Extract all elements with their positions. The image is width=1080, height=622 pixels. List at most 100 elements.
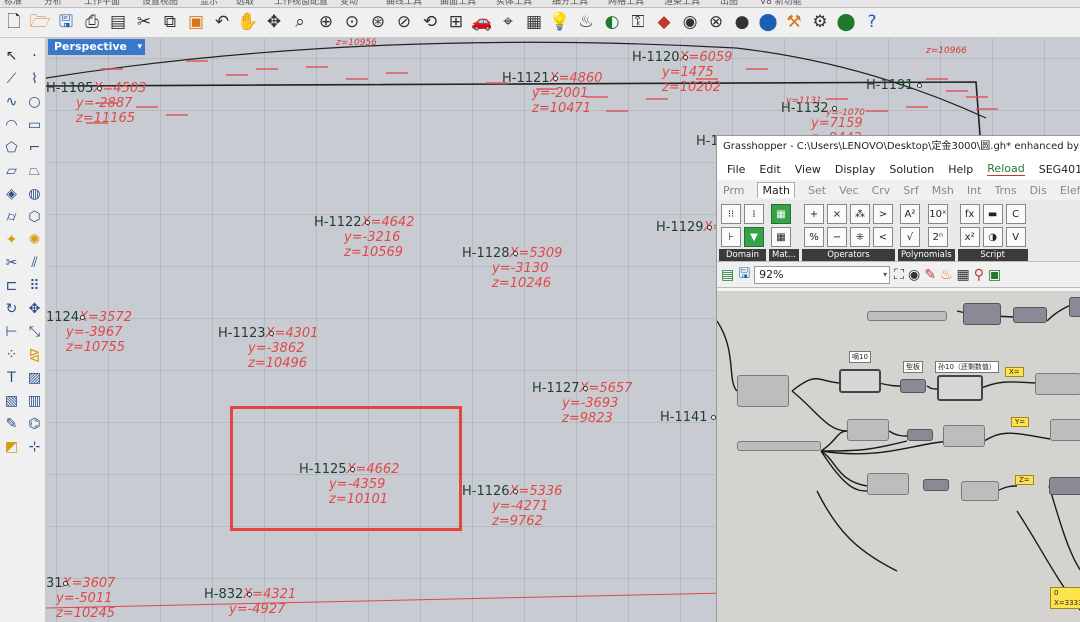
- tab-trns[interactable]: Trns: [994, 184, 1016, 197]
- snap-icon[interactable]: ⊹: [23, 435, 46, 458]
- power-of-two-icon[interactable]: 2ⁿ: [927, 227, 948, 247]
- ribbon-tab[interactable]: 工作平面: [84, 0, 120, 7]
- render-icon[interactable]: ◩: [0, 435, 23, 458]
- component-node[interactable]: [907, 429, 933, 441]
- matrix-grid-icon[interactable]: ▦: [771, 227, 791, 247]
- point-marker[interactable]: [269, 331, 274, 336]
- zoom-selected-icon[interactable]: ⊘: [392, 11, 416, 35]
- rotate-view-icon[interactable]: ✥: [262, 11, 286, 35]
- text-icon[interactable]: T: [0, 366, 23, 389]
- pan-hand-icon[interactable]: ✋: [236, 11, 260, 35]
- tab-math[interactable]: Math: [757, 182, 796, 198]
- bake-icon[interactable]: ▦: [957, 267, 970, 283]
- new-file-icon[interactable]: 🗋: [2, 11, 26, 35]
- chevron-down-icon[interactable]: ▾: [137, 39, 142, 55]
- camera-icon[interactable]: ⌖: [496, 11, 520, 35]
- vb-icon[interactable]: V: [1005, 227, 1026, 247]
- selected-component[interactable]: [839, 369, 881, 393]
- tab-crv[interactable]: Crv: [872, 184, 891, 197]
- polyline-icon[interactable]: ⌇: [23, 67, 46, 90]
- component-node[interactable]: [867, 473, 909, 495]
- arc-icon[interactable]: ◠: [0, 113, 23, 136]
- subtraction-icon[interactable]: −: [826, 227, 847, 247]
- modulus-icon[interactable]: %: [803, 227, 824, 247]
- polygon-icon[interactable]: ⬠: [0, 136, 23, 159]
- save-document-icon[interactable]: 🖫: [738, 263, 750, 287]
- ribbon-tab[interactable]: 工作视窗配置: [274, 0, 328, 7]
- ribbon-tab[interactable]: 设置视图: [142, 0, 178, 7]
- component-node[interactable]: [1013, 307, 1047, 323]
- block-icon[interactable]: ▧: [0, 389, 23, 412]
- ribbon-tab[interactable]: 变动: [340, 0, 358, 7]
- domain-icon[interactable]: ⁝⁝: [721, 204, 741, 224]
- ribbon-tab[interactable]: 渲染工具: [664, 0, 700, 7]
- circle-icon[interactable]: ○: [23, 90, 46, 113]
- layer-icon[interactable]: ◆: [652, 11, 676, 35]
- matrix-icon[interactable]: ▦: [771, 204, 791, 224]
- component-node[interactable]: [1049, 477, 1080, 495]
- move-icon[interactable]: ✥: [23, 297, 46, 320]
- properties-icon[interactable]: ▤: [106, 11, 130, 35]
- multiplication-icon[interactable]: ×: [826, 204, 847, 224]
- ribbon-tab[interactable]: 分析: [44, 0, 62, 7]
- ribbon-tab[interactable]: 细分工具: [552, 0, 588, 7]
- point-marker[interactable]: [707, 225, 712, 230]
- ribbon-tab[interactable]: 显示: [200, 0, 218, 7]
- color-wheel-icon[interactable]: ◉: [678, 11, 702, 35]
- larger-than-icon[interactable]: >: [872, 204, 893, 224]
- tab-set[interactable]: Set: [808, 184, 826, 197]
- grasshopper-window[interactable]: Grasshopper - C:\Users\LENOVO\Desktop\定金…: [716, 135, 1080, 622]
- hide-icon[interactable]: ◐: [600, 11, 624, 35]
- trim-icon[interactable]: ✂: [0, 251, 23, 274]
- component-node[interactable]: [923, 479, 949, 491]
- loft-icon[interactable]: ⏢: [23, 159, 46, 182]
- point-marker[interactable]: [246, 592, 252, 597]
- mirror-icon[interactable]: ⧎: [23, 343, 46, 366]
- ribbon-tab[interactable]: 网格工具: [608, 0, 644, 7]
- tab-elefront[interactable]: Elefront: [1060, 184, 1080, 197]
- point-marker[interactable]: [97, 86, 102, 91]
- box-icon[interactable]: ◈: [0, 182, 23, 205]
- number-slider[interactable]: [867, 311, 947, 321]
- menu-item-view[interactable]: View: [795, 163, 821, 176]
- point-marker[interactable]: [63, 581, 68, 586]
- lock-icon[interactable]: ⚿: [626, 11, 650, 35]
- point-marker[interactable]: [365, 220, 370, 225]
- open-document-icon[interactable]: ▤: [721, 267, 734, 283]
- panel-x[interactable]: X=: [1005, 367, 1024, 377]
- component-node[interactable]: [943, 425, 985, 447]
- component-node[interactable]: [1069, 297, 1080, 317]
- curve-icon[interactable]: ∿: [0, 90, 23, 113]
- ribbon-tab[interactable]: 出图: [720, 0, 738, 7]
- component-node[interactable]: [847, 419, 889, 441]
- point-marker[interactable]: [683, 55, 688, 60]
- deconstruct-domain-icon[interactable]: ⁞: [744, 204, 764, 224]
- grasshopper-icon[interactable]: ⬤: [834, 11, 858, 35]
- sphere-icon[interactable]: ◍: [23, 182, 46, 205]
- component-node[interactable]: [900, 379, 926, 393]
- mesh-icon[interactable]: ⬡: [23, 205, 46, 228]
- remap-icon[interactable]: ▼: [744, 227, 764, 247]
- csharp-icon[interactable]: C: [1005, 204, 1026, 224]
- menu-item-seg401[interactable]: SEG401: [1039, 163, 1080, 176]
- ribbon-tab[interactable]: 实体工具: [496, 0, 532, 7]
- viewport-title-tab[interactable]: Perspective ▾: [48, 39, 146, 55]
- cylinder-icon[interactable]: ⌭: [0, 205, 23, 228]
- zoom-extents-icon[interactable]: ⊙: [340, 11, 364, 35]
- square-root-icon[interactable]: √: [899, 227, 920, 247]
- tab-msh[interactable]: Msh: [932, 184, 954, 197]
- gate-icon[interactable]: ⁂: [849, 204, 870, 224]
- undo-view-icon[interactable]: ⟲: [418, 11, 442, 35]
- cut-icon[interactable]: ✂: [132, 11, 156, 35]
- shaded-sphere-icon[interactable]: ●: [730, 11, 754, 35]
- menu-item-display[interactable]: Display: [835, 163, 876, 176]
- help-icon[interactable]: ?: [860, 11, 884, 35]
- named-view-car-icon[interactable]: 🚗: [470, 11, 494, 35]
- group-icon[interactable]: ⠿: [23, 274, 46, 297]
- console-icon[interactable]: ▬: [982, 204, 1003, 224]
- surface-icon[interactable]: ▱: [0, 159, 23, 182]
- power-of-ten-icon[interactable]: 10ˣ: [927, 204, 948, 224]
- rectangle-icon[interactable]: ▭: [23, 113, 46, 136]
- tab-prm[interactable]: Prm: [723, 184, 744, 197]
- point-marker[interactable]: [917, 83, 922, 88]
